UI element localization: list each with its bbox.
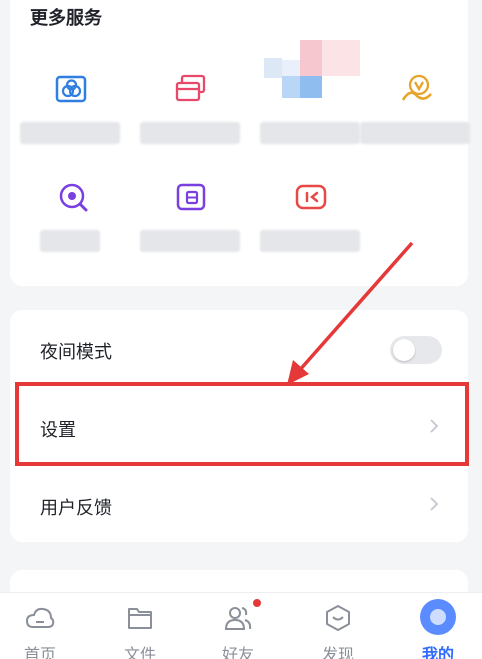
cloud-album-icon [55, 75, 87, 103]
service-item-vip[interactable] [360, 72, 470, 182]
service-label-blurred [360, 122, 470, 144]
service-label-blurred [20, 122, 120, 144]
friends-icon [224, 607, 252, 630]
service-item-document[interactable] [140, 180, 240, 290]
tab-friends[interactable]: 好友 [198, 593, 278, 659]
night-mode-toggle[interactable] [390, 336, 442, 364]
search-scan-icon [59, 183, 88, 212]
tab-label: 首页 [23, 645, 56, 659]
tab-label: 发现 [321, 645, 354, 659]
tab-home[interactable]: 首页 [0, 593, 80, 659]
toggle-knob [393, 339, 415, 361]
screen-record-icon [295, 184, 327, 210]
service-label-blurred [140, 122, 240, 144]
bottom-tab-bar: 首页 文件 好友 发现 我的 [0, 592, 482, 659]
tab-label: 我的 [421, 645, 454, 659]
tab-label: 好友 [221, 645, 254, 659]
feedback-row[interactable]: 用户反馈 [10, 466, 468, 542]
cloud-icon [25, 607, 55, 628]
chevron-right-icon [430, 497, 439, 511]
card-stack-icon [175, 74, 206, 102]
tab-discover[interactable]: 发现 [298, 593, 378, 659]
service-label-blurred [260, 230, 360, 252]
discover-icon [326, 605, 350, 631]
profile-icon [420, 599, 456, 635]
more-services-card: 更多服务 [10, 0, 470, 286]
document-icon [176, 183, 206, 211]
service-label-blurred [40, 230, 100, 252]
night-mode-label: 夜间模式 [40, 342, 112, 363]
service-label-blurred [140, 230, 240, 252]
tab-label: 文件 [123, 645, 156, 659]
service-label-blurred [260, 122, 360, 144]
service-item-cards[interactable] [140, 72, 240, 182]
folder-icon [128, 608, 152, 629]
service-item-record[interactable] [260, 180, 360, 290]
notification-badge [253, 599, 261, 607]
feedback-label: 用户反馈 [40, 498, 112, 519]
vip-crown-icon [401, 74, 432, 101]
night-mode-row: 夜间模式 [10, 310, 468, 386]
tab-files[interactable]: 文件 [100, 593, 180, 659]
more-services-title: 更多服务 [30, 8, 102, 29]
tab-me[interactable]: 我的 [398, 593, 478, 659]
service-item-scan[interactable] [40, 180, 110, 290]
highlight-box [15, 382, 469, 466]
service-item-cloud-album[interactable] [20, 72, 120, 182]
